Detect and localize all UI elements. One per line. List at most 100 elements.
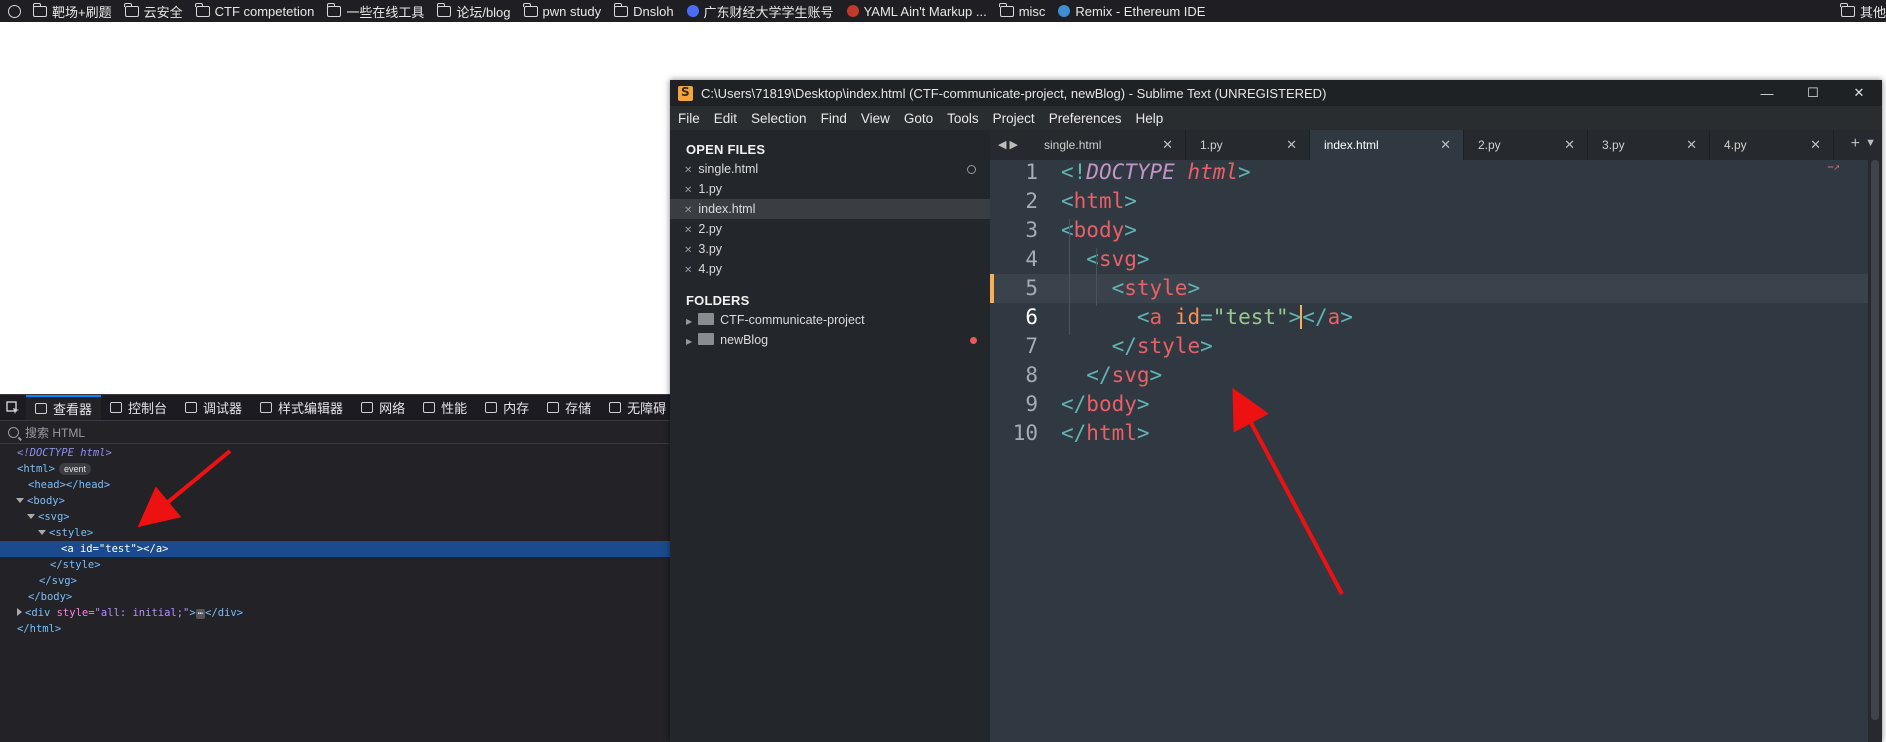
editor-tab[interactable]: 3.py ✕ [1588, 130, 1710, 160]
tree-node-div[interactable]: <div style="all: initial;"> ⋯ </div> [0, 605, 672, 621]
folder-icon [613, 2, 629, 17]
code-line[interactable]: <html> [1061, 189, 1137, 213]
open-file-item[interactable]: ✕ single.html [670, 159, 990, 179]
bookmark-item[interactable]: 广东财经大学学生账号 [686, 2, 841, 21]
vertical-scrollbar[interactable] [1868, 160, 1882, 742]
tree-node-body[interactable]: <body> [0, 493, 672, 509]
maximize-button[interactable]: ☐ [1790, 80, 1836, 106]
title-bar[interactable]: C:\Users\71819\Desktop\index.html (CTF-c… [670, 80, 1882, 106]
bookmark-item[interactable]: 云安全 [124, 2, 190, 21]
editor-tab[interactable]: 2.py ✕ [1464, 130, 1588, 160]
code-line[interactable]: <svg> [1061, 247, 1149, 271]
tab-list-chevron-icon[interactable]: ▼ [1865, 137, 1876, 149]
editor-tab[interactable]: index.html ✕ [1310, 130, 1464, 160]
code-view[interactable]: 1 <!DOCTYPE html> 2 <html> 3 <body> 4 <svg> 5 <… [990, 160, 1882, 742]
new-tab-button[interactable]: + [1851, 135, 1860, 153]
tree-node-svg[interactable]: <svg> [0, 509, 672, 525]
search-input[interactable]: 搜索 HTML [25, 424, 85, 441]
devtools-tab-3[interactable]: 样式编辑器 [251, 395, 352, 420]
bookmark-item[interactable]: CTF competetion [195, 2, 322, 19]
code-line[interactable]: <a id="test"></a> [1061, 305, 1353, 329]
bookmark-item[interactable]: pwn study [523, 2, 609, 19]
bookmark-item[interactable]: 论坛/blog [436, 2, 517, 21]
editor-tab[interactable]: 1.py ✕ [1186, 130, 1310, 160]
menu-item[interactable]: Tools [940, 111, 986, 126]
devtools-tab-5[interactable]: 性能 [414, 395, 476, 420]
code-line[interactable]: <body> [1061, 218, 1137, 242]
bookmark-item[interactable]: 靶场+刷题 [32, 2, 119, 21]
editor-tab[interactable]: 4.py ✕ [1710, 130, 1834, 160]
history-clock-icon[interactable] [8, 4, 21, 18]
menu-item[interactable]: View [854, 111, 897, 126]
bookmark-item[interactable]: Dnsloh [613, 2, 680, 19]
bookmark-item[interactable]: misc [999, 2, 1053, 19]
tree-node-doctype[interactable]: <!DOCTYPE html> [0, 445, 672, 461]
tree-node-style[interactable]: <style> [0, 525, 672, 541]
close-file-icon[interactable]: ✕ [684, 225, 692, 236]
open-file-item[interactable]: ✕ 3.py [670, 239, 990, 259]
bookmark-item[interactable]: Remix - Ethereum IDE [1058, 4, 1212, 19]
expand-arrow-icon[interactable]: ▶ [686, 317, 692, 326]
tab-close-icon[interactable]: ✕ [1286, 130, 1297, 160]
ellipsis-badge[interactable]: ⋯ [195, 609, 206, 619]
element-picker-button[interactable] [0, 395, 26, 420]
open-file-item[interactable]: ✕ 4.py [670, 259, 990, 279]
code-line[interactable]: <!DOCTYPE html> [1061, 160, 1251, 184]
line-number: 6 [1025, 305, 1038, 329]
devtools-tab-2[interactable]: 调试器 [176, 395, 251, 420]
scrollbar-thumb[interactable] [1871, 160, 1879, 720]
close-file-icon[interactable]: ✕ [684, 245, 692, 256]
devtools-tab-0[interactable]: 查看器 [26, 395, 102, 420]
devtools-tab-7[interactable]: 存储 [538, 395, 600, 420]
code-line[interactable]: </svg> [1061, 363, 1162, 387]
menu-item[interactable]: Help [1129, 111, 1171, 126]
close-file-icon[interactable]: ✕ [684, 205, 692, 216]
close-file-icon[interactable]: ✕ [684, 265, 692, 276]
bookmark-item[interactable]: YAML Ain't Markup ... [846, 4, 994, 19]
tab-close-icon[interactable]: ✕ [1162, 130, 1173, 160]
menu-item[interactable]: Preferences [1042, 111, 1129, 126]
folder-item[interactable]: ▶ newBlog [670, 330, 990, 350]
bookmark-item[interactable]: 一些在线工具 [326, 2, 431, 21]
tab-close-icon[interactable]: ✕ [1564, 130, 1575, 160]
tree-node-a-selected[interactable]: <a id="test"></a> [0, 541, 672, 557]
folder-icon [436, 2, 452, 17]
menu-item[interactable]: Selection [744, 111, 814, 126]
open-file-item[interactable]: ✕ 2.py [670, 219, 990, 239]
tab-close-icon[interactable]: ✕ [1810, 130, 1821, 160]
devtools-tab-4[interactable]: 网络 [352, 395, 414, 420]
tree-node-head[interactable]: <head></head> [0, 477, 672, 493]
devtools-tab-8[interactable]: 无障碍 [600, 395, 672, 420]
minimize-button[interactable]: — [1744, 80, 1790, 106]
open-file-item[interactable]: ✕ index.html [670, 199, 990, 219]
devtools-tab-1[interactable]: 控制台 [101, 395, 176, 420]
folder-item[interactable]: ▶ CTF-communicate-project [670, 310, 990, 330]
code-line[interactable]: </html> [1061, 421, 1150, 445]
html-search[interactable]: 搜索 HTML [0, 421, 672, 444]
other-bookmarks[interactable]: 其他 [1836, 0, 1886, 22]
tab-nav-arrows[interactable]: ◀ ▶ [990, 130, 1030, 160]
menu-item[interactable]: File [671, 111, 707, 126]
menu-item[interactable]: Project [986, 111, 1042, 126]
tab-close-icon[interactable]: ✕ [1440, 130, 1451, 160]
tree-node-html[interactable]: <html> event [0, 461, 672, 477]
code-line[interactable]: <style> [1061, 276, 1201, 300]
network-icon [361, 402, 374, 413]
open-file-item[interactable]: ✕ 1.py [670, 179, 990, 199]
menu-item[interactable]: Edit [707, 111, 744, 126]
menu-item[interactable]: Find [814, 111, 854, 126]
line-number: 4 [1025, 247, 1038, 271]
expand-arrow-icon[interactable]: ▶ [686, 337, 692, 346]
code-line[interactable]: </style> [1061, 334, 1213, 358]
folder-icon [32, 2, 47, 17]
menu-item[interactable]: Goto [897, 111, 940, 126]
event-badge[interactable]: event [58, 463, 91, 475]
code-line[interactable]: </body> [1061, 392, 1150, 416]
tab-close-icon[interactable]: ✕ [1686, 130, 1697, 160]
menu-bar: File Edit Selection Find View Goto Tools Projec… [670, 106, 1882, 130]
close-file-icon[interactable]: ✕ [684, 185, 692, 196]
editor-tab[interactable]: single.html ✕ [1030, 130, 1186, 160]
close-file-icon[interactable]: ✕ [684, 165, 692, 176]
close-button[interactable]: ✕ [1836, 80, 1882, 106]
devtools-tab-6[interactable]: 内存 [476, 395, 538, 420]
